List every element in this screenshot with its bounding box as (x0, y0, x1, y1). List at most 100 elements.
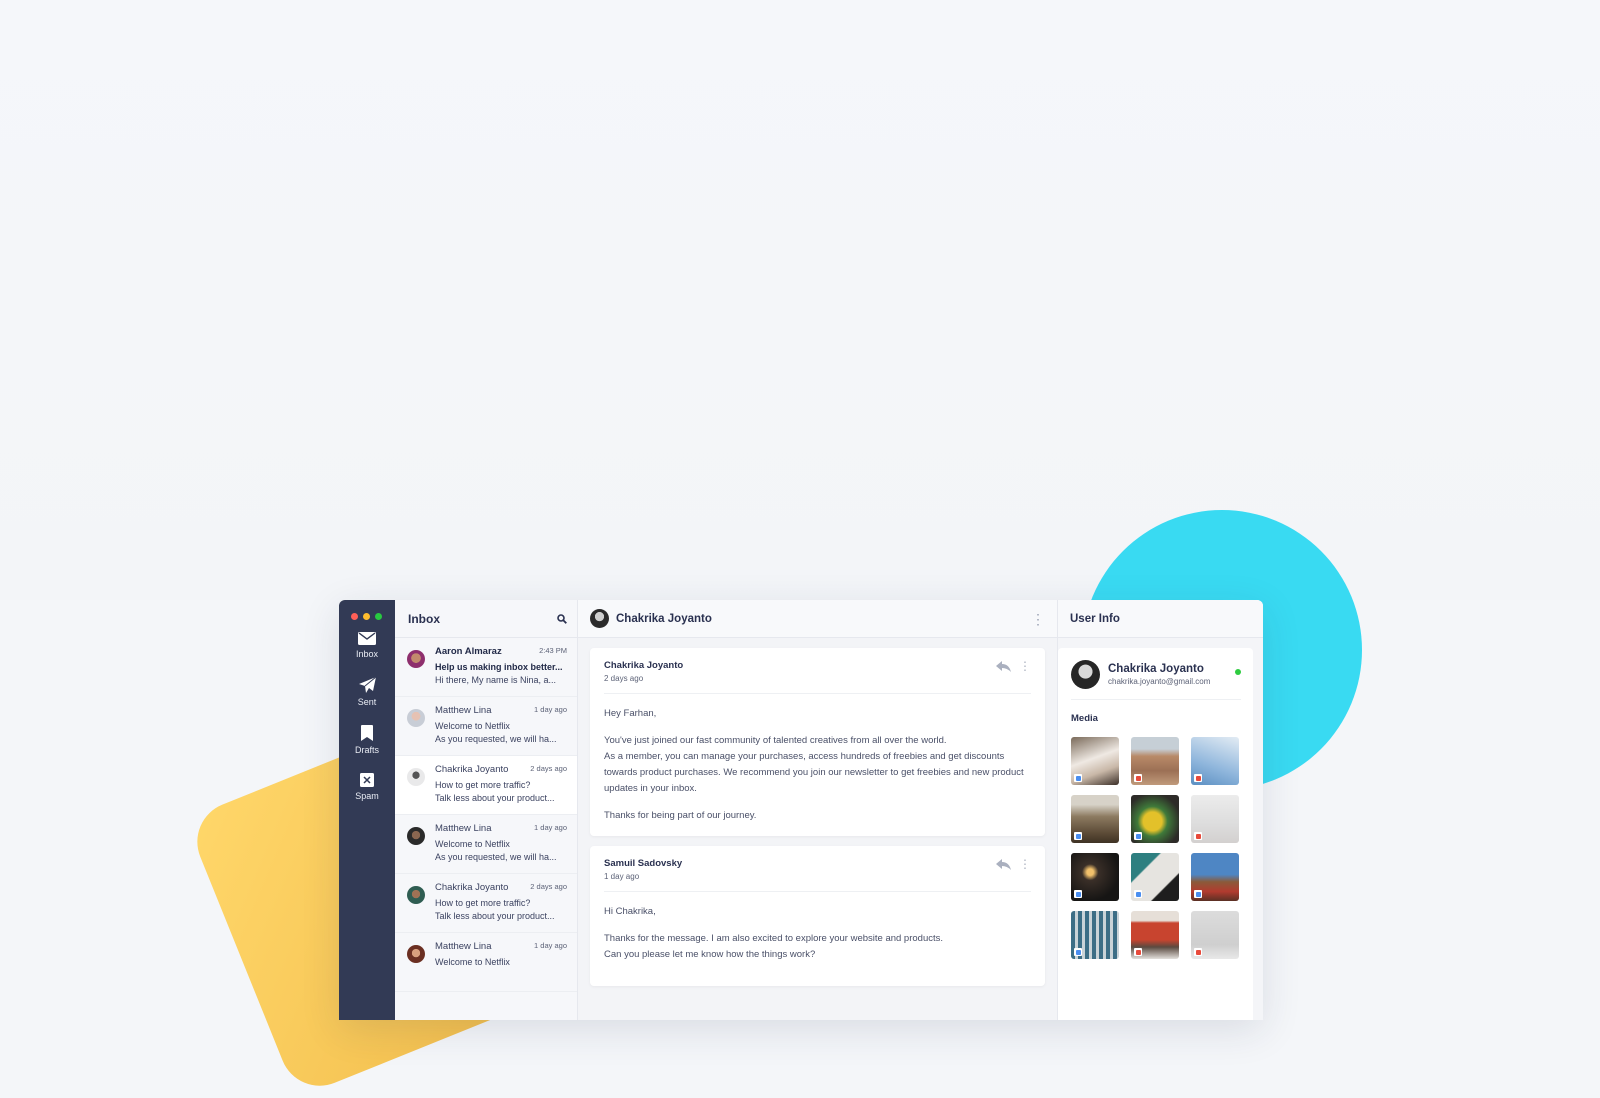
media-thumbnail[interactable] (1191, 737, 1239, 785)
email-greeting: Hi Chakrika, (604, 906, 656, 917)
message-time: 1 day ago (534, 705, 567, 714)
message-subject: How to get more traffic? (435, 898, 531, 908)
mail-icon (358, 632, 376, 645)
email-greeting: Hey Farhan, (604, 708, 657, 719)
message-time: 1 day ago (534, 823, 567, 832)
message-list-pane: Inbox Aaron Almaraz 2:43 PM Help us makin… (395, 600, 578, 1020)
video-file-icon (1074, 890, 1082, 898)
email-sender: Samuil Sadovsky (604, 858, 683, 869)
avatar (407, 768, 425, 786)
message-preview: As you requested, we will ha... (435, 734, 557, 744)
image-file-icon (1134, 890, 1142, 898)
video-file-icon (1194, 890, 1202, 898)
more-options-icon[interactable]: ⋮ (1019, 660, 1031, 672)
sidebar-item-label: Sent (357, 697, 377, 707)
sidebar: Inbox Sent Drafts Spam (339, 600, 395, 1020)
image-file-icon (1074, 832, 1082, 840)
message-time: 2 days ago (530, 764, 567, 773)
message-subject: Welcome to Netflix (435, 721, 510, 731)
message-list-item[interactable]: Matthew Lina 1 day ago Welcome to Netflix… (395, 697, 577, 756)
message-time: 1 day ago (534, 941, 567, 950)
email-time: 1 day ago (604, 872, 640, 881)
sidebar-item-drafts[interactable]: Drafts (339, 725, 395, 755)
send-icon (358, 677, 376, 693)
message-preview: As you requested, we will ha... (435, 852, 557, 862)
message-subject: Help us making inbox better... (435, 662, 563, 672)
conversation-contact-name: Chakrika Joyanto (616, 612, 712, 625)
minimize-window-button[interactable] (363, 613, 370, 620)
media-thumbnail[interactable] (1131, 911, 1179, 959)
reply-icon[interactable] (996, 660, 1011, 672)
message-preview: Talk less about your product... (435, 793, 555, 803)
sidebar-item-label: Spam (355, 791, 379, 801)
avatar (407, 827, 425, 845)
online-status-dot (1235, 669, 1241, 675)
message-sender: Aaron Almaraz (435, 646, 502, 657)
pdf-file-icon (1134, 774, 1142, 782)
media-thumbnail[interactable] (1071, 737, 1119, 785)
spam-icon (360, 773, 374, 787)
message-sender: Matthew Lina (435, 941, 492, 952)
message-list-item[interactable]: Matthew Lina 1 day ago Welcome to Netflix… (395, 815, 577, 874)
avatar (407, 886, 425, 904)
conversation-header: Chakrika Joyanto ⋮ (578, 600, 1057, 638)
message-subject: Welcome to Netflix (435, 839, 510, 849)
avatar (590, 609, 609, 628)
conversation-pane: Chakrika Joyanto ⋮ Chakrika Joyanto 2 da… (578, 600, 1057, 1020)
mail-app-window: Inbox Sent Drafts Spam Inbox Aaron Almar… (339, 600, 1263, 1020)
pdf-file-icon (1194, 832, 1202, 840)
email-paragraph: Thanks for the message. I am also excite… (604, 933, 944, 944)
more-options-icon[interactable]: ⋮ (1031, 612, 1045, 626)
message-time: 2:43 PM (539, 646, 567, 655)
message-list-item[interactable]: Chakrika Joyanto 2 days ago How to get mo… (395, 756, 577, 815)
sidebar-item-spam[interactable]: Spam (339, 773, 395, 801)
inbox-title: Inbox (408, 611, 440, 626)
avatar (407, 709, 425, 727)
pdf-file-icon (1194, 774, 1202, 782)
search-icon[interactable] (557, 613, 567, 624)
user-info-title: User Info (1058, 600, 1263, 638)
message-sender: Chakrika Joyanto (435, 882, 509, 893)
message-preview: Talk less about your product... (435, 911, 555, 921)
pdf-file-icon (1134, 948, 1142, 956)
sidebar-item-label: Drafts (354, 745, 379, 755)
close-window-button[interactable] (351, 613, 358, 620)
sidebar-item-inbox[interactable]: Inbox (339, 632, 395, 659)
message-sender: Chakrika Joyanto (435, 764, 509, 775)
message-list-item[interactable]: Aaron Almaraz 2:43 PM Help us making inbo… (395, 638, 577, 697)
media-thumbnail[interactable] (1191, 911, 1239, 959)
zoom-window-button[interactable] (375, 613, 382, 620)
avatar (1071, 660, 1100, 689)
sidebar-item-sent[interactable]: Sent (339, 677, 395, 707)
media-thumbnail[interactable] (1071, 911, 1119, 959)
message-sender: Matthew Lina (435, 705, 492, 716)
email-card: Samuil Sadovsky 1 day ago ⋮ Hi Chakrika,… (590, 846, 1045, 986)
window-controls (339, 600, 395, 620)
reply-icon[interactable] (996, 858, 1011, 870)
message-list-item[interactable]: Chakrika Joyanto 2 days ago How to get mo… (395, 874, 577, 933)
message-list-item[interactable]: Matthew Lina 1 day ago Welcome to Netflix (395, 933, 577, 992)
media-thumbnail[interactable] (1071, 795, 1119, 843)
media-thumbnail[interactable] (1071, 853, 1119, 901)
pdf-file-icon (1194, 948, 1202, 956)
user-email: chakrika.joyanto@gmail.com (1108, 677, 1211, 686)
media-thumbnail[interactable] (1131, 853, 1179, 901)
media-title: Media (1071, 713, 1098, 724)
avatar (407, 945, 425, 963)
email-card: Chakrika Joyanto 2 days ago ⋮ Hey Farhan… (590, 648, 1045, 836)
message-subject: Welcome to Netflix (435, 957, 510, 967)
image-file-icon (1074, 774, 1082, 782)
media-thumbnail[interactable] (1191, 795, 1239, 843)
media-thumbnail[interactable] (1191, 853, 1239, 901)
email-time: 2 days ago (604, 674, 644, 683)
message-subject: How to get more traffic? (435, 780, 531, 790)
bookmark-icon (361, 725, 373, 741)
email-paragraph: Can you please let me know how the thing… (604, 949, 816, 960)
email-paragraph: As a member, you can manage your purchas… (604, 751, 1024, 794)
media-thumbnail[interactable] (1131, 795, 1179, 843)
more-options-icon[interactable]: ⋮ (1019, 858, 1031, 870)
user-name: Chakrika Joyanto (1108, 663, 1204, 675)
media-thumbnail[interactable] (1131, 737, 1179, 785)
message-sender: Matthew Lina (435, 823, 492, 834)
email-closing: Thanks for being part of our journey. (604, 810, 757, 821)
